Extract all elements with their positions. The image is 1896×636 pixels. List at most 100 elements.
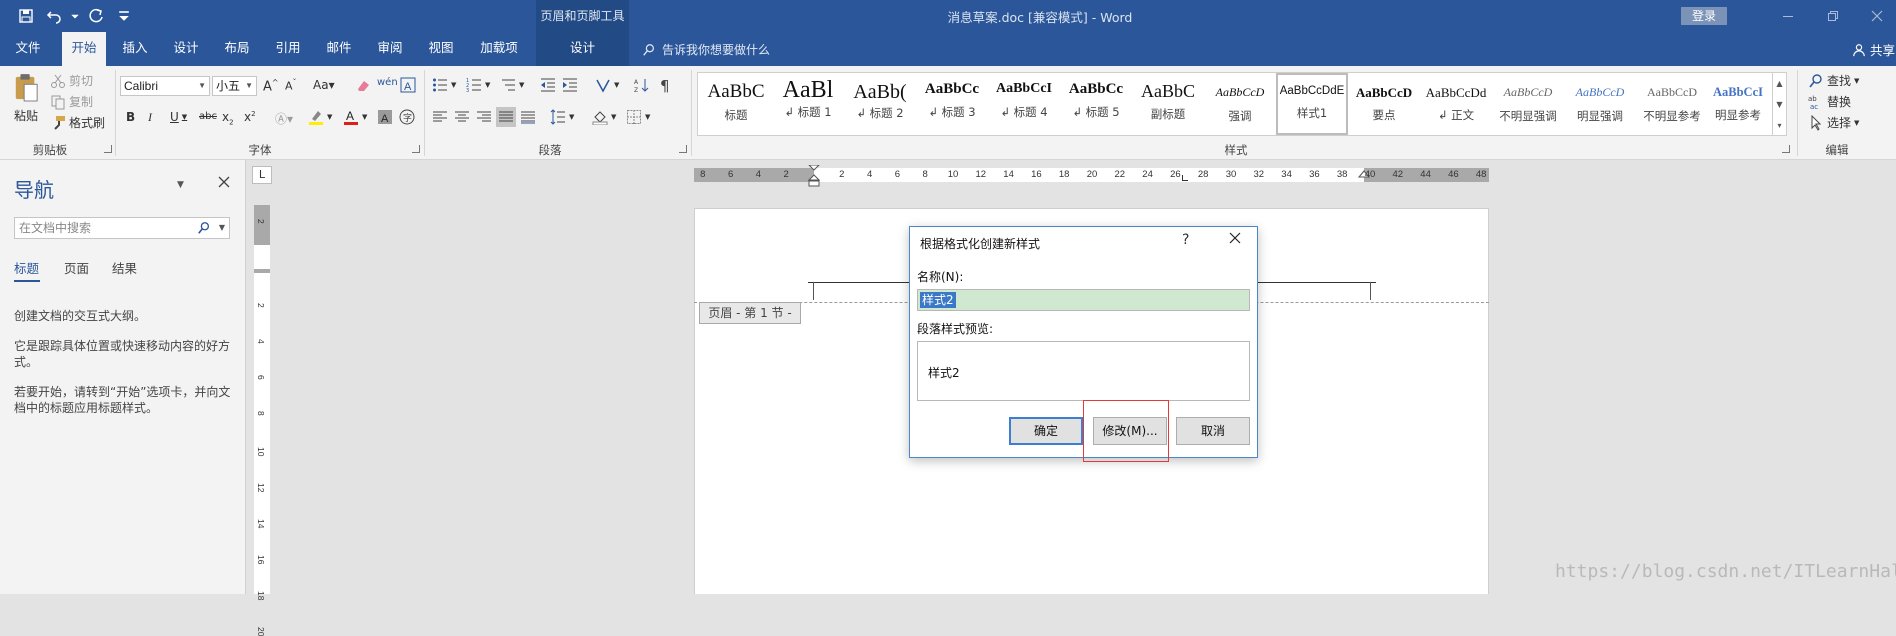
find-button[interactable]: 查找 ▼ <box>1808 72 1859 89</box>
tab-selector[interactable]: L <box>252 166 272 184</box>
customize-qat-icon[interactable] <box>112 6 136 26</box>
copy-button[interactable]: 复制 <box>50 93 93 110</box>
paste-button[interactable]: 粘贴 <box>10 72 42 124</box>
tab-mailings[interactable]: 邮件 <box>317 32 361 66</box>
vertical-ruler[interactable]: 2 2 4 6 8 10 12 14 16 18 20 <box>254 205 270 636</box>
shading-button[interactable]: ▼ <box>592 109 616 125</box>
cancel-button[interactable]: 取消 <box>1176 417 1250 445</box>
chevron-down-icon[interactable]: ▼ <box>219 218 225 238</box>
style-heading-3[interactable]: AaBbCc ↲ 标题 3 <box>916 73 988 135</box>
style-strong[interactable]: AaBbCcD 要点 <box>1348 73 1420 135</box>
multilevel-list-button[interactable]: ▼ <box>500 77 524 93</box>
dialog-close-button[interactable] <box>1228 231 1246 249</box>
styles-launcher-icon[interactable] <box>1782 145 1790 153</box>
distributed-button[interactable] <box>520 109 536 125</box>
shrink-font-button[interactable]: Aˇ <box>285 78 297 93</box>
select-button[interactable]: 选择 ▼ <box>1808 114 1859 131</box>
strikethrough-button[interactable]: abc <box>199 111 217 122</box>
font-name-dropdown[interactable]: Calibri ▼ <box>120 76 210 96</box>
bold-button[interactable]: B <box>126 110 135 124</box>
login-button[interactable]: 登录 <box>1681 7 1727 25</box>
style-heading-4[interactable]: AaBbCcI ↲ 标题 4 <box>988 73 1060 135</box>
style-heading-5[interactable]: AaBbCc ↲ 标题 5 <box>1060 73 1132 135</box>
font-color-button[interactable]: A ▼ <box>343 109 367 125</box>
format-painter-button[interactable]: 格式刷 <box>50 114 105 131</box>
save-button[interactable] <box>14 6 38 26</box>
minimize-button[interactable] <box>1773 6 1803 26</box>
align-center-button[interactable] <box>454 109 470 125</box>
close-window-button[interactable] <box>1862 6 1892 26</box>
justify-button[interactable] <box>496 107 516 127</box>
paragraph-launcher-icon[interactable] <box>679 145 687 153</box>
tab-addins[interactable]: 加载项 <box>472 32 526 66</box>
style-emphasis[interactable]: AaBbCcD 强调 <box>1204 73 1276 135</box>
decrease-indent-button[interactable] <box>540 77 556 93</box>
tab-home[interactable]: 开始 <box>62 32 106 66</box>
superscript-button[interactable]: x2 <box>244 110 256 124</box>
style-subtitle[interactable]: AaBbC 副标题 <box>1132 73 1204 135</box>
bullets-button[interactable]: ▼ <box>432 77 456 93</box>
tab-view[interactable]: 视图 <box>419 32 463 66</box>
style-heading-1[interactable]: AaBl ↲ 标题 1 <box>772 73 844 135</box>
style-intense-reference[interactable]: AaBbCcI 明显参考 <box>1702 73 1774 135</box>
enclose-characters-button[interactable]: A <box>400 77 416 93</box>
chinese-layout-button[interactable]: ▼ <box>595 77 619 93</box>
nav-tab-pages[interactable]: 页面 <box>64 258 89 277</box>
ok-button[interactable]: 确定 <box>1009 417 1083 445</box>
highlight-button[interactable]: ▼ <box>308 109 332 125</box>
style-intense-emphasis[interactable]: AaBbCcD 明显强调 <box>1564 73 1636 135</box>
styles-scroll[interactable]: ▲ ▼ ▾ <box>1773 72 1787 136</box>
style-heading-2[interactable]: AaBb(↲ 标题 2 <box>844 73 916 135</box>
tab-references[interactable]: 引用 <box>266 32 310 66</box>
style-subtle-emphasis[interactable]: AaBbCcD 不明显强调 <box>1492 73 1564 135</box>
scroll-up-icon[interactable]: ▲ <box>1773 73 1786 94</box>
align-right-button[interactable] <box>476 109 492 125</box>
center-tab-stop-icon[interactable] <box>1182 175 1188 181</box>
restore-button[interactable] <box>1818 6 1848 26</box>
undo-dropdown-icon[interactable] <box>70 6 80 26</box>
indent-marker-icon[interactable] <box>807 164 821 190</box>
redo-button[interactable] <box>84 6 108 26</box>
text-effects-button[interactable]: Ⓐ▾ <box>275 110 293 127</box>
tell-me-box[interactable]: 告诉我你想要做什么 <box>642 41 770 58</box>
phonetic-guide-button[interactable]: wén <box>377 77 398 88</box>
font-size-dropdown[interactable]: 小五 ▼ <box>212 76 257 96</box>
font-launcher-icon[interactable] <box>412 145 420 153</box>
enclosed-char-button[interactable]: 字 <box>399 109 415 125</box>
close-pane-button[interactable] <box>218 176 232 190</box>
tab-file[interactable]: 文件 <box>6 32 50 66</box>
style-title[interactable]: AaBbC 标题 <box>700 73 772 135</box>
replace-button[interactable]: ab ac 替换 <box>1808 93 1851 110</box>
line-spacing-button[interactable]: ▼ <box>550 109 574 125</box>
borders-button[interactable]: ▼ <box>626 109 650 125</box>
sort-button[interactable]: AZ <box>634 77 650 93</box>
clipboard-launcher-icon[interactable] <box>104 145 112 153</box>
share-button[interactable]: 共享 <box>1852 40 1895 59</box>
horizontal-ruler[interactable]: 8 6 4 2 2 4 6 8 10 12 14 16 18 20 22 24 26 28 30 32 34 36 38 40… <box>694 164 1489 187</box>
scroll-down-icon[interactable]: ▼ <box>1773 94 1786 115</box>
tab-review[interactable]: 审阅 <box>368 32 412 66</box>
search-icon[interactable] <box>197 221 211 235</box>
style-subtle-reference[interactable]: AaBbCcD 不明显参考 <box>1636 73 1708 135</box>
tab-insert[interactable]: 插入 <box>113 32 157 66</box>
clear-formatting-button[interactable] <box>355 77 371 93</box>
numbering-button[interactable]: 1 2 3 ▼ <box>466 77 490 93</box>
style-style1[interactable]: AaBbCcDdE 样式1 <box>1276 73 1348 135</box>
align-left-button[interactable] <box>432 109 448 125</box>
style-normal[interactable]: AaBbCcDd ↲ 正文 <box>1420 73 1492 135</box>
style-name-input[interactable]: 样式2 <box>917 289 1250 311</box>
help-button[interactable]: ? <box>1182 232 1189 248</box>
styles-more-icon[interactable]: ▾ <box>1773 115 1786 136</box>
undo-button[interactable] <box>42 6 66 26</box>
nav-search-input[interactable]: 在文档中搜索 ▼ <box>14 217 230 239</box>
increase-indent-button[interactable] <box>562 77 578 93</box>
show-marks-button[interactable]: ¶ <box>660 77 670 95</box>
grow-font-button[interactable]: A^ <box>263 78 279 94</box>
nav-tab-headings[interactable]: 标题 <box>14 258 39 277</box>
subscript-button[interactable]: x2 <box>222 110 234 126</box>
underline-button[interactable]: U ▼ <box>170 110 187 124</box>
char-shading-button[interactable]: A <box>377 109 393 125</box>
cut-button[interactable]: 剪切 <box>50 72 93 89</box>
tab-design[interactable]: 设计 <box>164 32 208 66</box>
tab-layout[interactable]: 布局 <box>215 32 259 66</box>
